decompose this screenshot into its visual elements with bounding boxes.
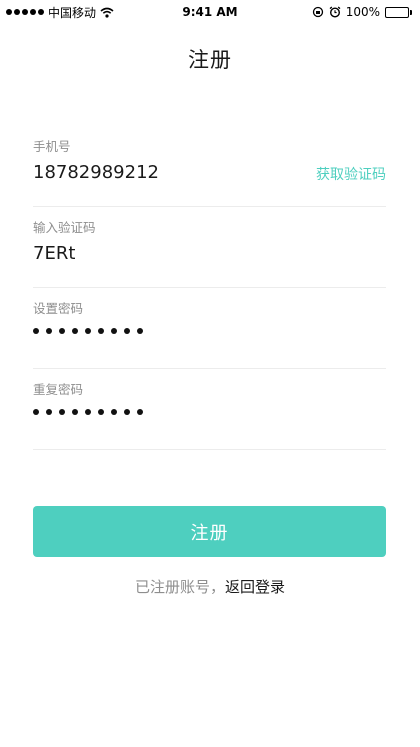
login-prompt-text: 已注册账号，: [134, 578, 225, 596]
password-mask-dot: [85, 409, 91, 415]
rotation-lock-icon: [312, 6, 323, 18]
password-mask-dot: [72, 409, 78, 415]
code-field[interactable]: 输入验证码 7ERt: [33, 207, 386, 288]
password-mask-dot: [124, 328, 130, 334]
battery-percent: 100%: [345, 5, 380, 19]
wifi-icon: [100, 7, 114, 18]
register-form: 手机号 18782989212 获取验证码 输入验证码 7ERt 设置密码 重复…: [33, 126, 386, 450]
confirm-password-input[interactable]: [33, 409, 143, 415]
status-left: 中国移动: [6, 4, 114, 21]
password-mask-dot: [33, 409, 39, 415]
get-code-button[interactable]: 获取验证码: [316, 164, 386, 184]
back-to-login-link[interactable]: 返回登录: [225, 578, 285, 596]
password-mask-dot: [98, 328, 104, 334]
confirm-password-field[interactable]: 重复密码: [33, 369, 386, 450]
carrier-name: 中国移动: [48, 5, 97, 20]
confirm-password-label: 重复密码: [33, 382, 84, 397]
password-label: 设置密码: [33, 301, 84, 316]
status-bar: 中国移动 9:41 AM 100%: [0, 0, 420, 24]
battery-icon: [385, 6, 412, 18]
alarm-icon: [329, 6, 341, 18]
password-mask-dot: [59, 409, 65, 415]
phone-input[interactable]: 18782989212: [33, 162, 159, 183]
phone-field[interactable]: 手机号 18782989212 获取验证码: [33, 126, 386, 207]
password-mask-dot: [137, 328, 143, 334]
phone-label: 手机号: [33, 139, 71, 154]
password-mask-dot: [137, 409, 143, 415]
code-label: 输入验证码: [33, 220, 96, 235]
password-mask-dot: [59, 328, 65, 334]
register-button[interactable]: 注册: [33, 506, 386, 557]
password-mask-dot: [111, 409, 117, 415]
password-mask-dot: [85, 328, 91, 334]
password-mask-dot: [111, 328, 117, 334]
password-mask-dot: [33, 328, 39, 334]
login-prompt: 已注册账号，返回登录: [0, 576, 420, 597]
password-mask-dot: [124, 409, 130, 415]
password-mask-dot: [72, 328, 78, 334]
code-input[interactable]: 7ERt: [33, 243, 75, 264]
password-field[interactable]: 设置密码: [33, 288, 386, 369]
password-mask-dot: [98, 409, 104, 415]
password-input[interactable]: [33, 328, 143, 334]
signal-icon: [6, 9, 44, 15]
status-right: 100%: [312, 5, 412, 19]
page-title: 注册: [188, 48, 232, 72]
password-mask-dot: [46, 328, 52, 334]
password-mask-dot: [46, 409, 52, 415]
